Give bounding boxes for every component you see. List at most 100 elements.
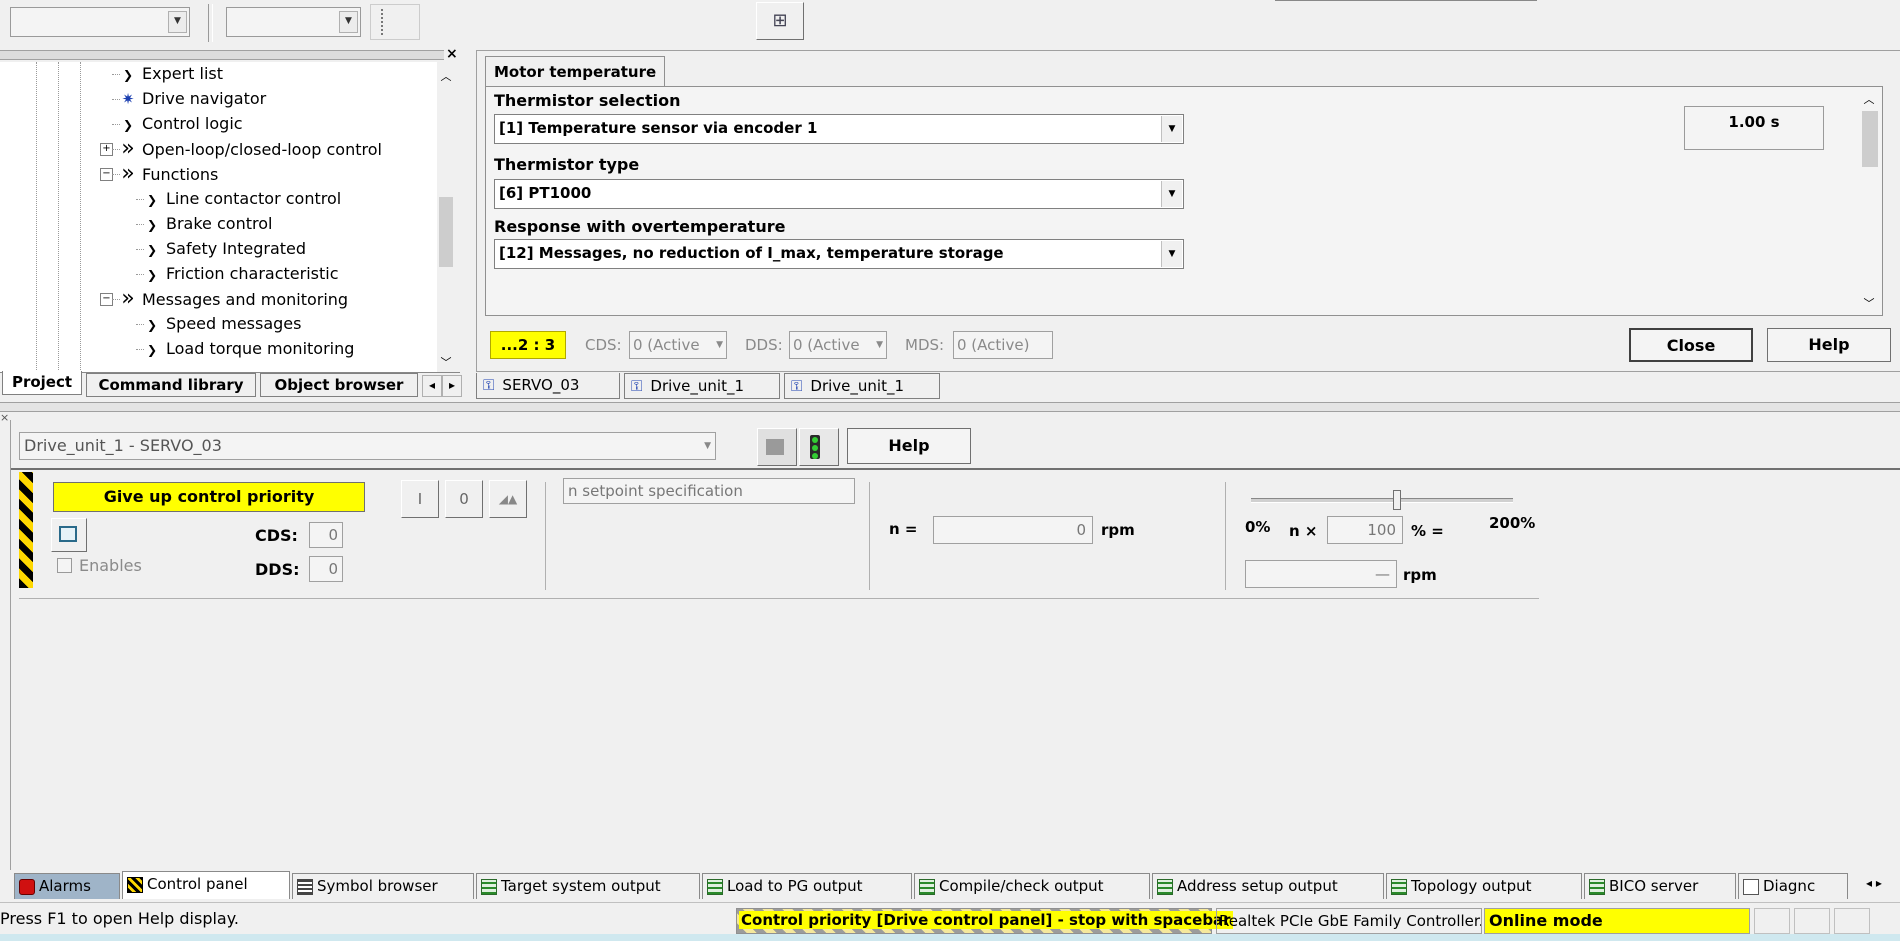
bottom-tab-label: Alarms — [39, 877, 91, 895]
response-overtemperature-label: Response with overtemperature — [494, 217, 786, 236]
scroll-down-icon[interactable]: ﹀ — [1858, 295, 1880, 311]
scroll-left-icon[interactable]: ◂ — [422, 375, 442, 397]
status-adapter: Realtek PCIe GbE Family Controller.1 — [1216, 908, 1482, 934]
section-divider-2 — [869, 482, 870, 590]
pct-max-label: 200% — [1489, 514, 1536, 532]
tree-tab[interactable]: Command library — [86, 373, 256, 397]
speed-slider[interactable] — [1251, 490, 1513, 512]
status-priority: Control priority [Drive control panel] -… — [736, 908, 1233, 934]
n-value-field[interactable]: 0 — [933, 516, 1093, 544]
tree-item-label: Friction characteristic — [166, 264, 339, 283]
bottom-tab[interactable]: Diagnc — [1738, 873, 1848, 899]
dds-select[interactable]: 0 (Active ▼ — [789, 331, 887, 359]
tree-item-label: Brake control — [166, 214, 273, 233]
scroll-up-icon[interactable]: ︿ — [437, 68, 455, 84]
close-icon[interactable]: × — [0, 411, 9, 424]
editor-tab[interactable]: ⚿ Drive_unit_1 — [784, 373, 940, 399]
tree-item[interactable]: ✷ Drive navigator — [120, 87, 267, 111]
tree-item[interactable]: ❯ Friction characteristic — [144, 262, 339, 286]
tree-scrollbar[interactable]: ︿ ﹀ — [437, 62, 455, 372]
symbol-browser-icon — [297, 878, 313, 895]
bottom-tab[interactable]: BICO server — [1584, 873, 1736, 899]
toolbar-combo-1[interactable]: ▼ — [10, 7, 190, 37]
editor-tab[interactable]: ⚿ SERVO_03 — [476, 373, 620, 399]
double-chevron-icon: » — [121, 286, 135, 311]
scroll-up-icon[interactable]: ︿ — [1858, 91, 1880, 107]
double-chevron-icon: » — [121, 136, 135, 161]
bottom-tabs-scroll[interactable]: ◂ ▸ — [1866, 876, 1882, 890]
thermistor-type-select[interactable]: [6] PT1000 ▼ — [494, 179, 1184, 209]
hazard-stripe — [19, 472, 33, 588]
enables-checkbox[interactable] — [57, 558, 72, 573]
tree-item[interactable]: ❯ Expert list — [120, 62, 223, 86]
bottom-tab[interactable]: Target system output — [476, 873, 700, 899]
cds-select[interactable]: 0 (Active ▼ — [629, 331, 727, 359]
bottom-tab[interactable]: Topology output — [1386, 873, 1582, 899]
tree-connector — [112, 174, 120, 175]
on-button[interactable]: I — [401, 480, 439, 518]
chevron-down-icon: ▼ — [1161, 241, 1182, 267]
traffic-light-icon[interactable] — [799, 428, 839, 466]
diagnostics-icon — [1743, 878, 1759, 895]
help-button[interactable]: Help — [1767, 328, 1891, 362]
mds-field: 0 (Active) — [953, 331, 1053, 359]
status-cell-3 — [1834, 908, 1870, 934]
scroll-down-icon[interactable]: ﹀ — [437, 354, 455, 370]
tree-tab[interactable]: Object browser — [260, 373, 418, 397]
bottom-tab[interactable]: Compile/check output — [914, 873, 1150, 899]
toolbar-combo-2[interactable]: ▼ — [226, 7, 361, 37]
control-panel: Drive_unit_1 - SERVO_03 ▼ Help Give up c… — [10, 420, 1900, 870]
tree-item-label: Load torque monitoring — [166, 339, 355, 358]
bottom-tab[interactable]: Symbol browser — [292, 873, 474, 899]
response-overtemperature-select[interactable]: [12] Messages, no reduction of I_max, te… — [494, 239, 1184, 269]
tree-guide-line — [58, 62, 59, 372]
tree-item[interactable]: ❯ Speed messages — [144, 312, 302, 336]
jog-icon[interactable]: ◢▲ — [489, 480, 527, 518]
give-up-control-priority-button[interactable]: Give up control priority — [53, 482, 365, 512]
close-button[interactable]: Close — [1629, 328, 1753, 362]
drive-select[interactable]: Drive_unit_1 - SERVO_03 ▼ — [19, 432, 716, 460]
tree-connector — [136, 324, 144, 325]
scroll-thumb[interactable] — [1862, 111, 1878, 167]
toolbar-button-layout-icon[interactable]: ⊞ — [756, 2, 804, 40]
panel-button-grey[interactable] — [757, 428, 797, 466]
dialog-scrollbar[interactable]: ︿ ﹀ — [1858, 89, 1880, 313]
double-chevron-icon: » — [121, 161, 135, 186]
project-tree: ❯ Expert list ✷ Drive navigator ❯ Control log… — [0, 62, 437, 372]
tab-motor-temperature[interactable]: Motor temperature — [485, 56, 666, 87]
tree-item[interactable]: » Messages and monitoring — [120, 287, 348, 311]
pct-value-field[interactable]: 100 — [1327, 516, 1403, 544]
tree-item[interactable]: ❯ Safety Integrated — [144, 237, 306, 261]
tree-item[interactable]: » Open-loop/closed-loop control — [120, 137, 382, 161]
tree-tab[interactable]: Project — [2, 371, 82, 395]
bottom-tab[interactable]: Load to PG output — [702, 873, 912, 899]
tree-item[interactable]: ❯ Brake control — [144, 212, 272, 236]
off-button[interactable]: 0 — [445, 480, 483, 518]
bottom-tab[interactable]: Alarms — [14, 873, 120, 899]
tree-tabs: Project Command library Object browser ◂ ▸ — [0, 371, 462, 399]
panel-mode-icon[interactable] — [51, 518, 87, 552]
mds-label: MDS: — [905, 336, 945, 354]
bottom-tab[interactable]: Control panel — [122, 871, 290, 899]
bottom-tab-label: Load to PG output — [727, 877, 863, 895]
output-table-icon — [481, 878, 497, 895]
toolbar-separator — [208, 4, 213, 42]
bottom-tab[interactable]: Address setup output — [1152, 873, 1384, 899]
tree-item[interactable]: » Functions — [120, 162, 218, 186]
control-panel-help-button[interactable]: Help — [847, 428, 971, 464]
editor-tab[interactable]: ⚿ Drive_unit_1 — [624, 373, 780, 399]
scroll-thumb[interactable] — [439, 197, 453, 267]
chevron-right-icon: ❯ — [146, 218, 158, 232]
tree-item[interactable]: ❯ Control logic — [120, 112, 243, 136]
close-icon[interactable]: × — [446, 46, 458, 62]
tree-item[interactable]: ❯ Line contactor control — [144, 187, 341, 211]
tree-connector — [136, 199, 144, 200]
status-help-text: Press F1 to open Help display. — [0, 909, 240, 928]
bottom-tab-label: BICO server — [1609, 877, 1699, 895]
chevron-right-icon: ❯ — [146, 193, 158, 207]
thermistor-selection-select[interactable]: [1] Temperature sensor via encoder 1 ▼ — [494, 114, 1184, 144]
slider-thumb[interactable] — [1393, 490, 1402, 510]
tree-item[interactable]: ❯ Load torque monitoring — [144, 337, 354, 361]
status-cell-2 — [1794, 908, 1830, 934]
scroll-right-icon[interactable]: ▸ — [442, 375, 462, 397]
